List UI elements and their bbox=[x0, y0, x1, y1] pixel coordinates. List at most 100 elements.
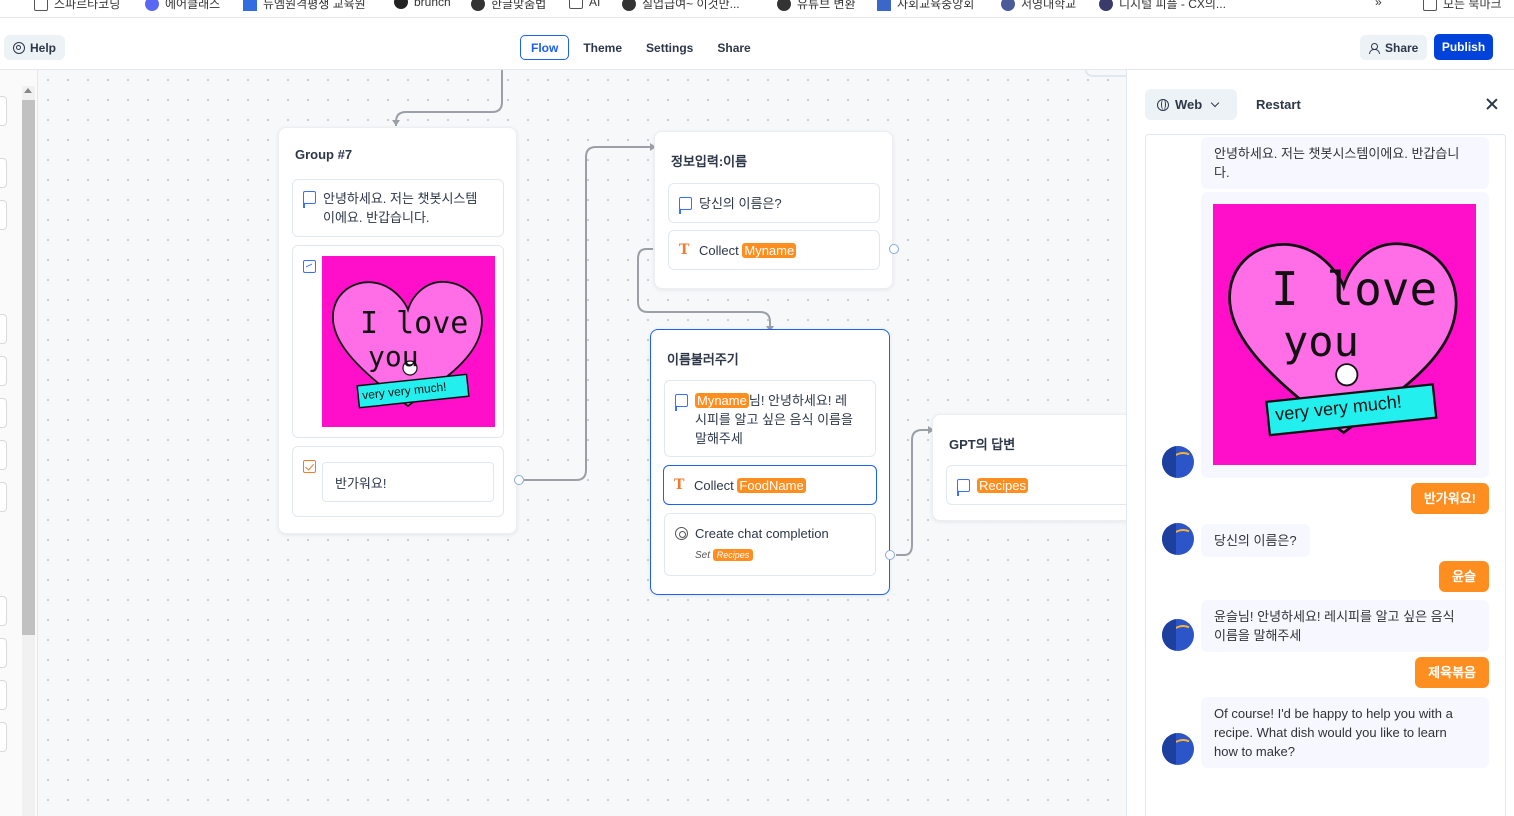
sidebar-block-stub[interactable] bbox=[0, 158, 7, 188]
edge-into-group7 bbox=[395, 70, 503, 126]
bot-message: 안녕하세요. 저는 챗봇시스템이에요. 반갑습니 다. bbox=[1201, 137, 1489, 189]
bookmark-item[interactable]: AI bbox=[569, 0, 600, 9]
set-variable-row: Set Recipes bbox=[695, 549, 754, 561]
variable-tag: Myname bbox=[695, 393, 749, 408]
help-icon bbox=[13, 41, 25, 54]
tab-flow[interactable]: Flow bbox=[520, 35, 570, 60]
share-button[interactable]: Share bbox=[1360, 35, 1428, 60]
group-title: Group #7 bbox=[295, 147, 353, 162]
bookmark-item[interactable]: 뉴엠원격평생 교육원 bbox=[243, 0, 366, 12]
folder-icon bbox=[569, 0, 583, 9]
help-button[interactable]: Help bbox=[4, 35, 66, 60]
variable-tag: FoodName bbox=[737, 478, 806, 493]
brunch-icon bbox=[394, 0, 408, 9]
bot-image-message: I love you very very much! bbox=[1201, 192, 1489, 478]
chat-bubble-icon bbox=[674, 394, 688, 411]
tab-theme[interactable]: Theme bbox=[573, 35, 632, 60]
site-icon bbox=[877, 0, 891, 11]
chat-preview[interactable]: 안녕하세요. 저는 챗봇시스템이에요. 반갑습니 다. I love you v… bbox=[1145, 134, 1506, 816]
restart-button[interactable]: Restart bbox=[1256, 97, 1301, 112]
platform-select[interactable]: Web bbox=[1145, 89, 1237, 120]
text-bubble-block[interactable]: Myname 님! 안녕하세요! 레 시피를 알고 싶은 음식 이름을 말해주세 bbox=[664, 380, 876, 457]
sidebar-block-stub[interactable] bbox=[0, 482, 7, 512]
text-bubble-block[interactable]: 안녕하세요. 저는 챗봇시스템 이에요. 반갑습니다. bbox=[292, 179, 504, 237]
chevron-down-icon bbox=[1210, 98, 1220, 107]
flow-canvas[interactable]: Group #7 안녕하세요. 저는 챗봇시스템 이에요. 반갑습니다. I l… bbox=[38, 70, 1126, 816]
text-input-icon: T bbox=[674, 477, 685, 493]
sidebar-block-stub[interactable] bbox=[0, 680, 7, 710]
text-input-block[interactable]: T Collect Myname bbox=[668, 230, 880, 270]
bookmark-item[interactable]: 모든 북마크 bbox=[1423, 0, 1502, 12]
user-message: 제육볶음 bbox=[1415, 657, 1489, 688]
bot-message: Of course! I'd be happy to help you with… bbox=[1201, 697, 1489, 768]
bot-avatar bbox=[1162, 446, 1194, 478]
text-input-icon: T bbox=[679, 242, 690, 258]
image-caption: I love bbox=[1271, 262, 1438, 316]
text-bubble-block[interactable]: Recipes bbox=[946, 465, 1126, 505]
sidebar-block-stub[interactable] bbox=[0, 200, 7, 230]
editor-header: Help Flow Theme Settings Share Share Pub… bbox=[0, 24, 1514, 70]
sidebar-block-stub[interactable] bbox=[0, 96, 7, 126]
bookmark-item[interactable]: 스파르타코딩 bbox=[34, 0, 120, 12]
text-bubble-block[interactable]: 당신의 이름은? bbox=[668, 183, 880, 223]
output-port[interactable] bbox=[889, 244, 899, 254]
bookmark-item[interactable]: 사회교육중앙회 bbox=[877, 0, 974, 12]
sidebar-block-stub[interactable] bbox=[0, 398, 7, 428]
bookmark-item[interactable]: 실업급여~ 이것만... bbox=[622, 0, 740, 12]
bookmarks-bar: 스파르타코딩 에어클래스 뉴엠원격평생 교육원 brunch 한글맞춤법 AI … bbox=[0, 0, 1514, 18]
tab-share[interactable]: Share bbox=[707, 35, 760, 60]
offscreen-node-edge bbox=[1085, 70, 1126, 77]
text-input-block[interactable]: T Collect FoodName bbox=[663, 465, 877, 505]
group-7[interactable]: Group #7 안녕하세요. 저는 챗봇시스템 이에요. 반갑습니다. I l… bbox=[278, 127, 517, 534]
sidebar-block-stub[interactable] bbox=[0, 722, 7, 752]
scroll-up-icon[interactable] bbox=[24, 88, 32, 93]
sidebar-block-stub[interactable] bbox=[0, 356, 7, 386]
bot-avatar bbox=[1162, 523, 1194, 555]
sidebar-block-stub[interactable] bbox=[0, 596, 7, 626]
block-text: Create chat completion bbox=[695, 526, 829, 541]
edge-arrow-icon bbox=[392, 120, 400, 126]
editor-tabs: Flow Theme Settings Share bbox=[520, 35, 761, 60]
publish-button[interactable]: Publish bbox=[1434, 34, 1493, 60]
choice-button[interactable]: 반가워요! bbox=[322, 462, 494, 502]
bookmark-item[interactable]: brunch bbox=[394, 0, 451, 9]
image-caption: you bbox=[1283, 317, 1359, 366]
bookmarks-overflow[interactable]: » bbox=[1375, 0, 1382, 9]
chat-bubble-icon bbox=[302, 191, 316, 208]
tab-settings[interactable]: Settings bbox=[636, 35, 703, 60]
output-port[interactable] bbox=[514, 475, 524, 485]
doc-icon bbox=[243, 0, 257, 11]
openai-block[interactable]: Create chat completion Set Recipes bbox=[664, 513, 876, 576]
sidebar-block-stub[interactable] bbox=[0, 314, 7, 344]
love-image: I love you very very much! bbox=[322, 256, 495, 427]
sidebar-block-stub[interactable] bbox=[0, 638, 7, 668]
close-icon[interactable] bbox=[1485, 97, 1499, 111]
user-message: 윤슬 bbox=[1439, 561, 1489, 592]
group-info-input[interactable]: 정보입력:이름 당신의 이름은? T Collect Myname bbox=[654, 131, 893, 289]
variable-tag: Recipes bbox=[712, 549, 754, 561]
globe-icon bbox=[622, 0, 636, 11]
bookmark-item[interactable]: 에어클래스 bbox=[145, 0, 220, 12]
sidebar-scroll-thumb[interactable] bbox=[22, 100, 35, 635]
school-icon bbox=[1001, 0, 1015, 11]
bot-message: 윤슬님! 안녕하세요! 레시피를 알고 싶은 음식 이름을 말해주세 bbox=[1201, 600, 1489, 652]
image-bubble-block[interactable]: I love you very very much! bbox=[292, 245, 504, 438]
openai-icon bbox=[675, 527, 688, 540]
globe-icon bbox=[471, 0, 485, 11]
block-text: Recipes bbox=[977, 476, 1028, 495]
chat-bubble-icon bbox=[678, 197, 692, 214]
checkbox-icon bbox=[303, 460, 316, 473]
bookmark-item[interactable]: 한글맞춤법 bbox=[471, 0, 546, 12]
output-port[interactable] bbox=[885, 550, 895, 560]
group-call-name[interactable]: 이름불러주기 Myname 님! 안녕하세요! 레 시피를 알고 싶은 음식 이름… bbox=[650, 329, 890, 595]
group-title: 정보입력:이름 bbox=[671, 154, 748, 169]
user-message: 반가워요! bbox=[1410, 483, 1489, 514]
sidebar-block-stub[interactable] bbox=[0, 440, 7, 470]
buttons-block[interactable]: 반가워요! bbox=[292, 446, 504, 517]
bookmark-item[interactable]: 유튜브 변환 bbox=[777, 0, 856, 12]
bookmark-item[interactable]: 디지털 피플 - CX의... bbox=[1099, 0, 1226, 12]
folder-icon bbox=[1423, 0, 1437, 11]
bookmark-item[interactable]: 서영대학교 bbox=[1001, 0, 1076, 12]
group-gpt-answer[interactable]: GPT의 답변 Recipes bbox=[932, 414, 1126, 521]
group-title: 이름불러주기 bbox=[667, 352, 739, 367]
